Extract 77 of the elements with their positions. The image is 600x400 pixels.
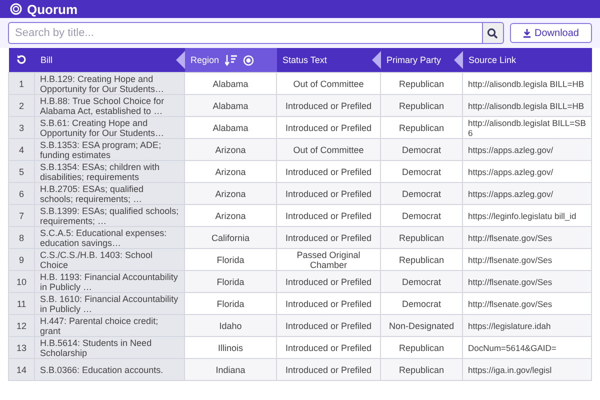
table-cell: H.B.129: Creating Hope and Opportunity for Our Students… xyxy=(34,72,184,94)
table-cell: S.B.0366: Education accounts. xyxy=(34,358,184,380)
app-logo-text: Quorum xyxy=(27,2,78,16)
link-cell[interactable]: http://alisondb.legisla BILL=HB xyxy=(462,94,592,116)
table-cell: Out of Committee xyxy=(276,138,380,160)
table-cell: Introduced or Prefiled xyxy=(276,314,380,336)
download-icon xyxy=(522,28,531,38)
table-cell: H.B.88: True School Choice for Alabama Act, established to … xyxy=(34,94,184,116)
row-number: 11 xyxy=(8,292,34,314)
link-cell[interactable]: https://iga.in.gov/legisl xyxy=(462,358,592,380)
table-cell: Arizona xyxy=(184,182,276,204)
table-cell: H.B.2705: ESAs; qualified schools; requirements; … xyxy=(34,182,184,204)
table-cell: H.B.5614: Students in Need Scholarship xyxy=(34,336,184,358)
collapse-arrow-icon[interactable] xyxy=(176,51,184,69)
table-cell: Democrat xyxy=(380,138,462,160)
link-cell[interactable]: https://legislature.idah xyxy=(462,314,592,336)
table-cell: Democrat xyxy=(380,182,462,204)
table-cell: Introduced or Prefiled xyxy=(276,270,380,292)
table-cell: Introduced or Prefiled xyxy=(276,182,380,204)
row-number: 1 xyxy=(8,72,34,94)
link-cell[interactable]: http://alisondb.legisla BILL=HB xyxy=(462,72,592,94)
link-cell[interactable]: https://apps.azleg.gov/ xyxy=(462,182,592,204)
search-button[interactable] xyxy=(482,22,504,44)
table-cell: S.B. 1610: Financial Accountability in Publicly … xyxy=(34,292,184,314)
table-cell: S.B.1399: ESAs; qualified schools; requirements; … xyxy=(34,204,184,226)
table-cell: H.B. 1193: Financial Accountability in Publicly … xyxy=(34,270,184,292)
table-cell: Indiana xyxy=(184,358,276,380)
row-number: 14 xyxy=(8,358,34,380)
row-number: 12 xyxy=(8,314,34,336)
column-header[interactable]: Status Text xyxy=(276,48,380,72)
row-number: 10 xyxy=(8,270,34,292)
logo-icon xyxy=(10,3,22,15)
collapse-arrow-icon[interactable] xyxy=(454,51,462,69)
table-cell: Alabama xyxy=(184,72,276,94)
table-cell: C.S./C.S./H.B. 1403: School Choice xyxy=(34,248,184,270)
row-number: 4 xyxy=(8,138,34,160)
target-icon[interactable] xyxy=(243,54,254,66)
table-cell: Introduced or Prefiled xyxy=(276,94,380,116)
table-cell: S.B.1353: ESA program; ADE; funding estimates xyxy=(34,138,184,160)
link-cell[interactable]: https://apps.azleg.gov/ xyxy=(462,138,592,160)
table-cell: Introduced or Prefiled xyxy=(276,358,380,380)
table-cell: Out of Committee xyxy=(276,72,380,94)
table-cell: Republican xyxy=(380,358,462,380)
table-cell: Alabama xyxy=(184,94,276,116)
row-number: 8 xyxy=(8,226,34,248)
column-header[interactable]: Bill xyxy=(34,48,184,72)
row-number: 9 xyxy=(8,248,34,270)
refresh-icon[interactable] xyxy=(16,54,27,64)
collapse-arrow-icon[interactable] xyxy=(372,51,380,69)
table-cell: S.C.A.5: Educational expenses: education savings… xyxy=(34,226,184,248)
table-cell: Introduced or Prefiled xyxy=(276,226,380,248)
download-button[interactable]: Download xyxy=(510,23,592,43)
sort-icon[interactable] xyxy=(225,54,238,66)
column-header[interactable]: Primary Party xyxy=(380,48,462,72)
row-number: 3 xyxy=(8,116,34,138)
row-number: 13 xyxy=(8,336,34,358)
column-header[interactable]: Source Link xyxy=(462,48,592,72)
row-number: 6 xyxy=(8,182,34,204)
table-cell: Florida xyxy=(184,270,276,292)
table-cell: California xyxy=(184,226,276,248)
table-cell: S.B.61: Creating Hope and Opportunity for Our Students… xyxy=(34,116,184,138)
row-number: 2 xyxy=(8,94,34,116)
table-cell: Idaho xyxy=(184,314,276,336)
table-cell: S.B.1354: ESAs; children with disabilities; requirements xyxy=(34,160,184,182)
row-number: 5 xyxy=(8,160,34,182)
table-cell: H.447: Parental choice credit; grant xyxy=(34,314,184,336)
row-number: 7 xyxy=(8,204,34,226)
column-header[interactable]: Region xyxy=(184,48,276,72)
link-cell[interactable]: http://flsenate.gov/Ses xyxy=(462,270,592,292)
table-cell: Non-Designated xyxy=(380,314,462,336)
table-cell: Arizona xyxy=(184,138,276,160)
search-icon xyxy=(487,28,498,38)
search-field[interactable]: Search by title... xyxy=(8,22,482,44)
link-cell[interactable]: http://flsenate.gov/Ses xyxy=(462,226,592,248)
table-cell: Republican xyxy=(380,226,462,248)
table-cell: Republican xyxy=(380,94,462,116)
table-cell: Democrat xyxy=(380,270,462,292)
